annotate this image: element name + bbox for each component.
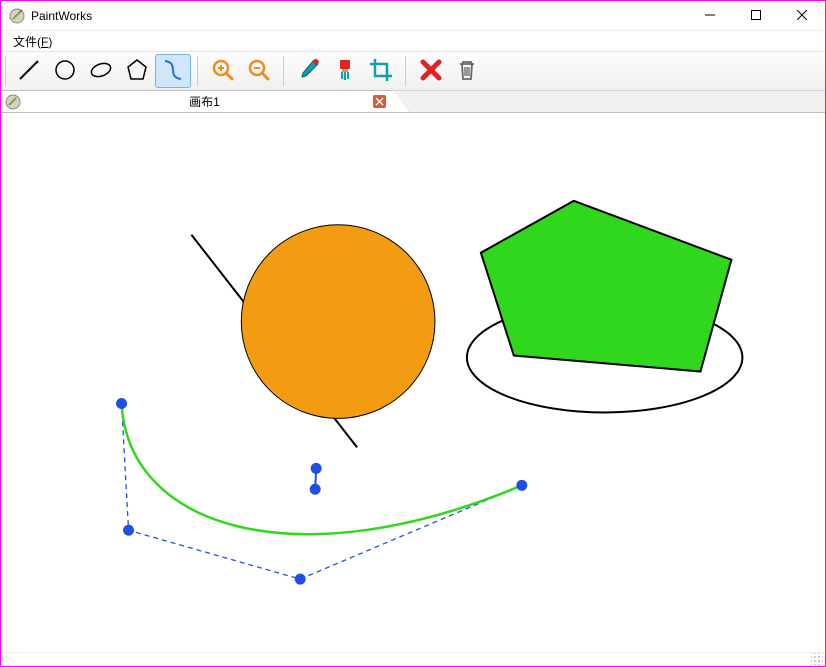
trash-icon xyxy=(454,57,480,86)
close-icon xyxy=(797,9,807,23)
eyedropper-icon xyxy=(296,57,322,86)
menu-file[interactable]: 文件(F) xyxy=(7,32,58,51)
minimize-icon xyxy=(705,9,715,23)
zoom-out-tool[interactable] xyxy=(241,54,277,88)
circle-tool[interactable] xyxy=(47,54,83,88)
brush-tool[interactable] xyxy=(327,54,363,88)
menubar: 文件(F) xyxy=(1,31,825,51)
toolbar xyxy=(1,51,825,91)
toolbar-separator xyxy=(405,56,411,86)
tab-title: 画布1 xyxy=(25,93,402,110)
tab-icon xyxy=(5,94,21,110)
close-icon xyxy=(375,95,384,109)
toolbar-separator xyxy=(283,56,289,86)
eyedropper-tool[interactable] xyxy=(291,54,327,88)
canvas-svg xyxy=(1,113,825,652)
maximize-icon xyxy=(751,9,761,23)
curve-anchor[interactable] xyxy=(116,398,127,409)
ellipse-tool[interactable] xyxy=(83,54,119,88)
shape-pentagon xyxy=(481,201,732,372)
window-title: PaintWorks xyxy=(31,9,92,23)
statusbar xyxy=(1,652,825,666)
shape-curve xyxy=(122,403,522,534)
polygon-tool[interactable] xyxy=(119,54,155,88)
x-icon xyxy=(418,57,444,86)
delete-tool[interactable] xyxy=(449,54,485,88)
line-tool[interactable] xyxy=(11,54,47,88)
circle-icon xyxy=(52,57,78,86)
curve-anchor[interactable] xyxy=(516,480,527,491)
tab-close-button[interactable] xyxy=(373,95,386,108)
crop-tool[interactable] xyxy=(363,54,399,88)
curve-anchor[interactable] xyxy=(123,525,134,536)
zoom-out-icon xyxy=(246,57,272,86)
zoom-in-icon xyxy=(210,57,236,86)
ellipse-icon xyxy=(88,57,114,86)
resize-grip[interactable] xyxy=(811,653,823,665)
polygon-icon xyxy=(124,57,150,86)
canvas-tab[interactable]: 画布1 xyxy=(1,90,409,112)
curve-tool[interactable] xyxy=(155,54,191,88)
app-icon xyxy=(9,8,25,24)
curve-icon xyxy=(160,57,186,86)
tabbar: 画布1 xyxy=(1,91,825,113)
maximize-button[interactable] xyxy=(733,1,779,31)
canvas[interactable] xyxy=(1,113,825,652)
zoom-in-tool[interactable] xyxy=(205,54,241,88)
clear-tool[interactable] xyxy=(413,54,449,88)
curve-control[interactable] xyxy=(310,484,321,495)
line-icon xyxy=(16,57,42,86)
minimize-button[interactable] xyxy=(687,1,733,31)
curve-control[interactable] xyxy=(311,463,322,474)
brush-icon xyxy=(332,57,358,86)
crop-icon xyxy=(368,57,394,86)
app-window: PaintWorks 文件(F) xyxy=(0,0,826,667)
curve-guide xyxy=(122,403,522,579)
close-button[interactable] xyxy=(779,1,825,31)
titlebar: PaintWorks xyxy=(1,1,825,31)
shape-circle xyxy=(241,225,435,419)
curve-anchor[interactable] xyxy=(295,574,306,585)
toolbar-separator xyxy=(197,56,203,86)
